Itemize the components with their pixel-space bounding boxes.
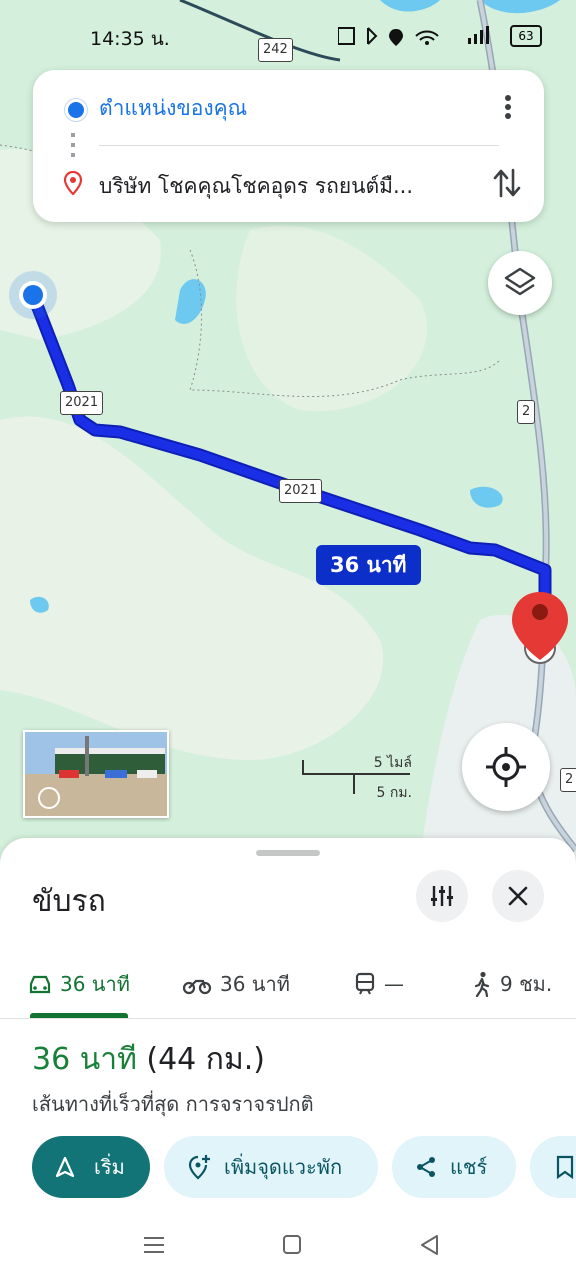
battery-icon: 63: [510, 25, 542, 47]
route-eta-badge[interactable]: 36 นาที: [316, 545, 421, 585]
map-scale: 5 ไมล์ 5 กม.: [302, 752, 412, 801]
scale-miles: 5 ไมล์: [373, 755, 412, 771]
tab-motorcycle[interactable]: 36 นาที: [182, 960, 290, 1008]
home-icon[interactable]: [272, 1228, 312, 1262]
start-button[interactable]: เริ่ม: [32, 1136, 150, 1198]
route-distance: (44 กม.): [146, 1042, 265, 1077]
origin-dot-icon: [65, 99, 87, 121]
share-label: แชร์: [450, 1155, 488, 1179]
route-description: เส้นทางที่เร็วที่สุด การจราจรปกติ: [32, 1092, 314, 1116]
swap-icon[interactable]: [492, 166, 522, 200]
add-stop-label: เพิ่มจุดแวะพัก: [224, 1155, 343, 1179]
travel-mode-tabs: 36 นาที 36 นาที — 9 ชม.: [0, 950, 576, 1019]
scale-km: 5 กม.: [376, 785, 412, 801]
directions-card: ตำแหน่งของคุณ บริษัท โชคคุณโชคอุดร รถยนต…: [33, 70, 544, 222]
status-bar: 14:35 น. 63: [0, 0, 576, 70]
tab-transit-label: —: [384, 972, 404, 996]
destination-pin-icon: [63, 171, 83, 195]
tab-transit[interactable]: —: [354, 960, 404, 1008]
road-shield: 2: [517, 400, 536, 424]
route-time: 36 นาที: [32, 1042, 137, 1077]
street-view-photo: [25, 732, 167, 816]
train-icon: [355, 972, 375, 995]
back-icon[interactable]: [410, 1228, 450, 1262]
sheet-title: ขับรถ: [32, 884, 106, 919]
status-icons: [338, 26, 489, 46]
add-stop-button[interactable]: เพิ่มจุดแวะพัก: [164, 1136, 378, 1198]
tab-drive-label: 36 นาที: [60, 972, 130, 996]
close-icon: [508, 886, 528, 906]
add-location-icon: [188, 1155, 210, 1180]
divider: [99, 145, 499, 146]
road-shield: 2021: [279, 479, 323, 503]
car-icon: [29, 975, 51, 994]
menu-icon[interactable]: [134, 1228, 174, 1262]
my-location-button[interactable]: [462, 723, 550, 811]
street-view-thumbnail[interactable]: [23, 730, 169, 818]
route-options-button[interactable]: [416, 870, 468, 922]
destination-field[interactable]: บริษัท โชคคุณโชคอุดร รถยนต์มื...: [99, 170, 469, 203]
bookmark-icon: [556, 1155, 574, 1179]
route-dots-icon: [71, 133, 75, 161]
tune-icon: [431, 886, 453, 906]
road-shield: 2021: [60, 391, 104, 415]
close-button[interactable]: [492, 870, 544, 922]
share-icon: [417, 1157, 435, 1177]
tab-walk[interactable]: 9 ชม.: [472, 960, 552, 1008]
tab-walk-label: 9 ชม.: [500, 972, 553, 996]
start-button-label: เริ่ม: [94, 1155, 125, 1179]
layers-icon: [504, 267, 536, 296]
drag-handle[interactable]: [256, 850, 320, 856]
navigation-arrow-icon: [55, 1156, 75, 1178]
walk-icon: [474, 971, 490, 997]
share-button[interactable]: แชร์: [392, 1136, 516, 1198]
system-nav-bar: [0, 1212, 576, 1280]
more-options-icon[interactable]: [494, 92, 522, 122]
status-time: 14:35 น.: [90, 28, 170, 50]
layers-button[interactable]: [488, 251, 552, 315]
origin-field[interactable]: ตำแหน่งของคุณ: [99, 92, 247, 125]
crosshair-icon: [486, 747, 526, 787]
active-tab-indicator: [30, 1013, 128, 1018]
motorcycle-icon: [182, 979, 212, 995]
save-button[interactable]: [530, 1136, 576, 1198]
tab-motorcycle-label: 36 นาที: [220, 972, 290, 996]
tab-drive[interactable]: 36 นาที: [28, 960, 130, 1008]
route-summary: 36 นาที (44 กม.): [32, 1036, 265, 1083]
road-shield: 2: [560, 768, 576, 792]
